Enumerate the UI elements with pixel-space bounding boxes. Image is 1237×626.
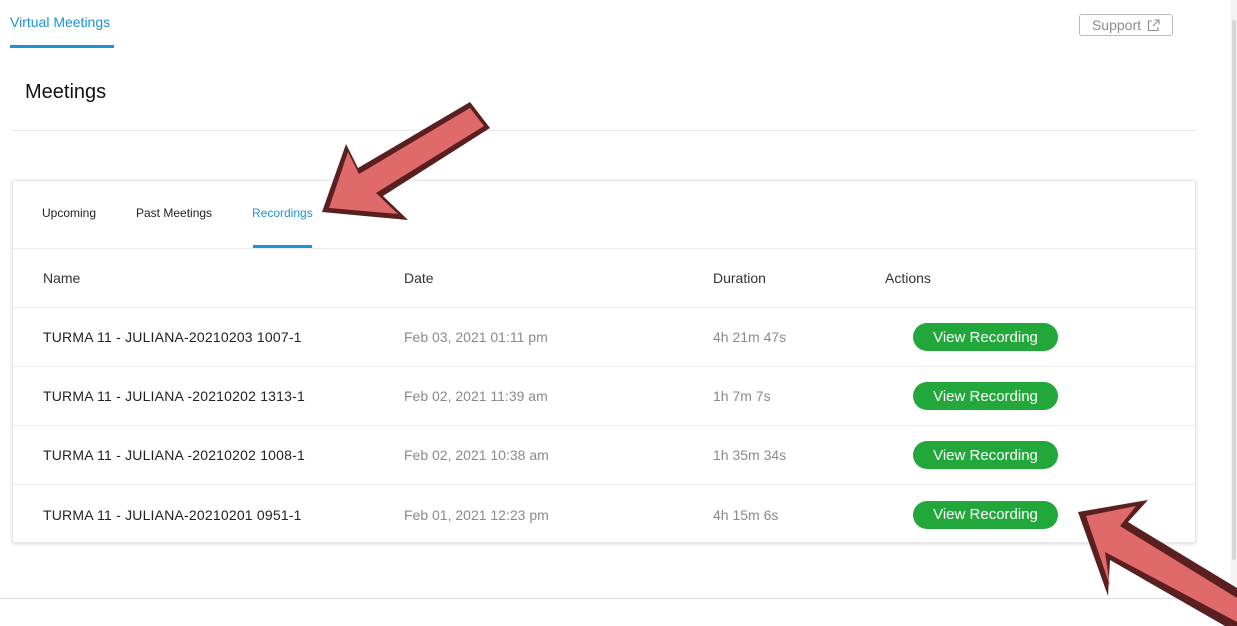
tab-past-meetings[interactable]: Past Meetings (136, 206, 212, 220)
column-header-duration: Duration (713, 269, 766, 286)
recording-date: Feb 02, 2021 11:39 am (404, 388, 548, 404)
recording-duration: 1h 7m 7s (713, 388, 771, 404)
recording-date: Feb 01, 2021 12:23 pm (404, 506, 549, 523)
support-button[interactable]: Support (1079, 14, 1173, 36)
support-button-label: Support (1091, 17, 1142, 33)
recording-duration: 4h 21m 47s (713, 329, 787, 345)
view-recording-button[interactable]: View Recording (913, 323, 1058, 351)
title-divider (12, 130, 1196, 131)
table-row: TURMA 11 - JULIANA-20210203 1007-1 Feb 0… (13, 308, 1195, 367)
table-header: Name Date Duration Actions (13, 248, 1195, 308)
table-row: TURMA 11 - JULIANA-20210201 0951-1 Feb 0… (13, 485, 1195, 544)
recording-duration: 4h 15m 6s (713, 506, 779, 523)
recording-actions: View Recording (913, 323, 1058, 351)
view-recording-button[interactable]: View Recording (913, 382, 1058, 410)
table-row: TURMA 11 - JULIANA -20210202 1008-1 Feb … (13, 426, 1195, 485)
virtual-meetings-tab-label: Virtual Meetings (10, 14, 111, 30)
scrollbar-thumb[interactable] (1232, 20, 1236, 560)
external-link-icon (1147, 18, 1160, 32)
column-header-date: Date (404, 269, 434, 286)
view-recording-button[interactable]: View Recording (913, 441, 1058, 469)
recording-date: Feb 03, 2021 01:11 pm (404, 329, 548, 345)
meeting-tabs: Upcoming Past Meetings Recordings (13, 181, 1195, 249)
recording-actions: View Recording (913, 441, 1058, 469)
recording-name: TURMA 11 - JULIANA-20210203 1007-1 (43, 329, 302, 345)
bottom-divider (0, 598, 1237, 599)
column-header-actions: Actions (885, 269, 931, 286)
table-row: TURMA 11 - JULIANA -20210202 1313-1 Feb … (13, 367, 1195, 426)
recording-date: Feb 02, 2021 10:38 am (404, 447, 549, 463)
view-recording-button[interactable]: View Recording (913, 500, 1058, 529)
tab-recordings[interactable]: Recordings (252, 206, 313, 220)
tab-upcoming[interactable]: Upcoming (42, 206, 96, 220)
virtual-meetings-tab-underline (10, 45, 114, 48)
recording-name: TURMA 11 - JULIANA -20210202 1313-1 (43, 388, 305, 404)
recording-name: TURMA 11 - JULIANA-20210201 0951-1 (43, 506, 302, 523)
page-title: Meetings (25, 81, 107, 103)
virtual-meetings-tab[interactable]: Virtual Meetings (10, 0, 114, 48)
meetings-card: Upcoming Past Meetings Recordings Name D… (12, 180, 1196, 543)
recording-actions: View Recording (913, 500, 1058, 529)
recording-actions: View Recording (913, 382, 1058, 410)
recording-duration: 1h 35m 34s (713, 447, 787, 463)
page-scrollbar[interactable] (1231, 0, 1237, 626)
column-header-name: Name (43, 269, 81, 286)
recording-name: TURMA 11 - JULIANA -20210202 1008-1 (43, 447, 305, 463)
